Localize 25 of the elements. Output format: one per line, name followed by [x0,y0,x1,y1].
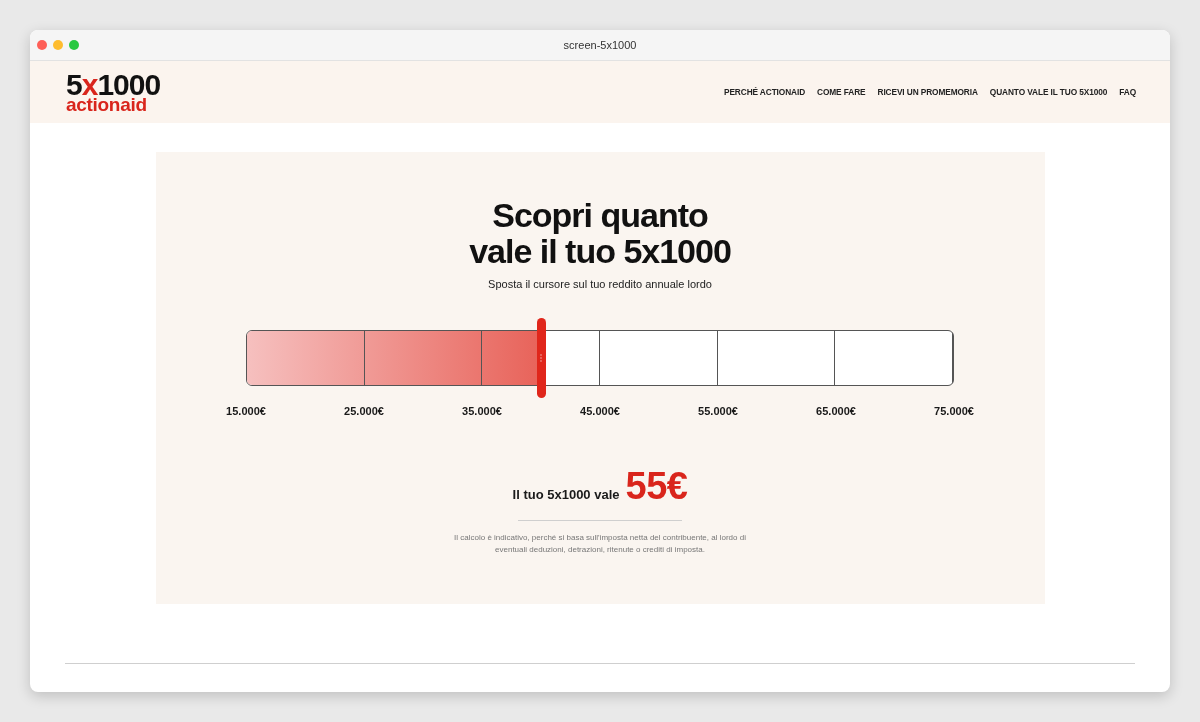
tick-label: 55.000€ [698,404,738,418]
logo-wordmark: actionaid [66,96,147,112]
nav-link[interactable]: PERCHÉ ACTIONAID [724,87,806,97]
window-title: screen-5x1000 [563,39,637,51]
logo-number: 5x1000 [66,72,161,97]
slider-track[interactable] [246,330,954,386]
nav-link[interactable]: COME FARE [817,87,866,97]
nav-link[interactable]: RICEVI UN PROMEMORIA [877,87,978,97]
result-label: Il tuo 5x1000 vale [512,487,620,502]
calculator-heading: Scopri quanto vale il tuo 5x1000 [469,197,731,269]
slider-thumb[interactable] [536,318,546,398]
tick-label: 25.000€ [344,404,384,418]
nav-link[interactable]: FAQ [1119,87,1136,97]
tick-label: 65.000€ [816,404,856,418]
zoom-icon[interactable] [69,40,79,50]
close-icon[interactable] [37,40,47,50]
tick-label: 45.000€ [580,404,620,418]
tick-label: 35.000€ [462,404,502,418]
tick-label: 75.000€ [934,404,974,418]
disclaimer-text: Il calcolo è indicativo, perché si basa sull'imposta netta del contribuente, al lordo di eventuali deduzioni, detrazioni, ritenute o crediti di imposta. [453,532,747,556]
result-amount: 55€ [625,466,688,506]
tick-label: 15.000€ [226,404,266,418]
nav-link[interactable]: QUANTO VALE IL TUO 5X1000 [989,87,1108,97]
minimize-icon[interactable] [53,40,63,50]
calculator-subtitle: Sposta il cursore sul tuo reddito annuale lordo [488,277,712,291]
